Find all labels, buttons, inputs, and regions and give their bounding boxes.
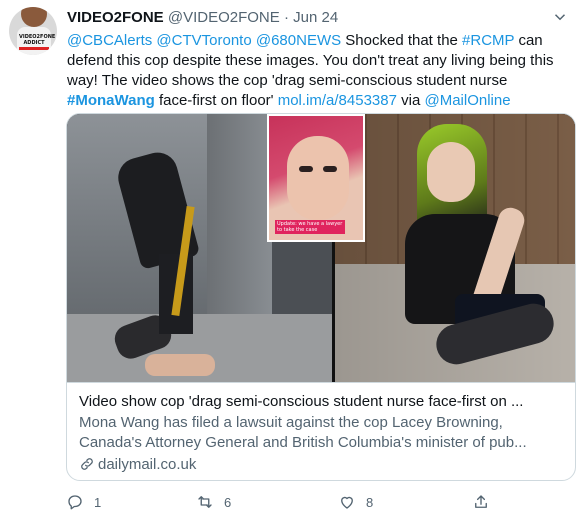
reply-button[interactable]: 1 xyxy=(66,493,101,511)
link-icon xyxy=(81,458,93,470)
chevron-down-icon[interactable] xyxy=(551,8,569,26)
portrait-image xyxy=(335,114,575,382)
reply-count: 1 xyxy=(94,494,102,510)
like-icon xyxy=(341,496,353,509)
mention-680news[interactable]: @680NEWS xyxy=(256,32,341,49)
card-domain[interactable]: dailymail.co.uk xyxy=(79,456,196,474)
hashtag-rcmp[interactable]: #RCMP xyxy=(462,32,514,49)
like-count: 8 xyxy=(366,494,374,510)
card-meta[interactable]: Video show cop 'drag semi-conscious stud… xyxy=(67,382,575,480)
inset-eye-right xyxy=(323,166,337,172)
tweet-text: @CBCAlerts @CTVToronto @680NEWS Shocked … xyxy=(67,31,572,111)
link-card[interactable]: Update: we have a lawyer to take the cas… xyxy=(66,113,576,481)
image-person-legs xyxy=(145,354,215,376)
inset-photo: Update: we have a lawyer to take the cas… xyxy=(267,114,365,242)
card-domain-text: dailymail.co.uk xyxy=(98,456,197,473)
card-description-line1: Mona Wang has filed a lawsuit against th… xyxy=(79,414,503,431)
retweet-button[interactable]: 6 xyxy=(196,493,231,511)
inset-eye-left xyxy=(299,166,313,172)
tweet-text-part4: via xyxy=(396,92,425,109)
image-face xyxy=(427,142,475,202)
card-title[interactable]: Video show cop 'drag semi-conscious stud… xyxy=(79,392,565,412)
author-name[interactable]: VIDEO2FONE xyxy=(67,9,164,26)
retweet-icon xyxy=(198,496,212,508)
avatar[interactable]: VIDEO2FONE ADDICT xyxy=(9,7,57,55)
like-button[interactable]: 8 xyxy=(338,493,373,511)
share-icon xyxy=(475,495,487,508)
card-description-line2: Canada's Attorney General and British Co… xyxy=(79,434,527,451)
tweet-date[interactable]: Jun 24 xyxy=(293,9,338,26)
tweet[interactable]: VIDEO2FONE ADDICT VIDEO2FONE @VIDEO2FONE… xyxy=(0,0,580,515)
share-button[interactable] xyxy=(472,493,490,511)
hashtag-monawang[interactable]: #MonaWang xyxy=(67,92,155,109)
author-handle[interactable]: @VIDEO2FONE xyxy=(168,9,280,26)
card-description: Mona Wang has filed a lawsuit against th… xyxy=(79,413,565,453)
inset-face xyxy=(287,136,349,220)
tweet-text-part1: Shocked that the xyxy=(341,32,463,49)
reply-icon xyxy=(68,495,82,510)
inset-caption: Update: we have a lawyer to take the cas… xyxy=(275,220,345,234)
article-link[interactable]: mol.im/a/8453387 xyxy=(278,92,397,109)
tweet-text-part3: face-first on floor' xyxy=(154,92,278,109)
card-image[interactable]: Update: we have a lawyer to take the cas… xyxy=(67,114,575,382)
retweet-count: 6 xyxy=(224,494,232,510)
tweet-actions: 1 6 8 xyxy=(66,493,506,511)
mention-cbcalerts[interactable]: @CBCAlerts xyxy=(67,32,152,49)
tweet-header: VIDEO2FONE @VIDEO2FONE · Jun 24 xyxy=(67,9,338,27)
mention-ctvtoronto[interactable]: @CTVToronto xyxy=(156,32,251,49)
avatar-head xyxy=(21,7,47,27)
avatar-text: VIDEO2FONE ADDICT xyxy=(19,34,55,50)
mention-mailonline[interactable]: @MailOnline xyxy=(424,92,510,109)
separator: · xyxy=(283,9,289,26)
